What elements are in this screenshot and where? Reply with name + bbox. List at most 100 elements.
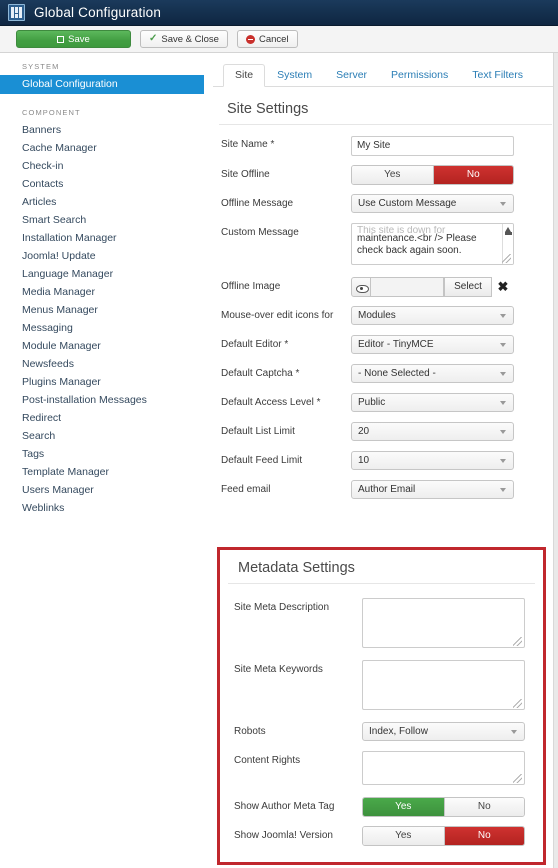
mouse-over-edit-icons-select[interactable]: Modules <box>351 305 514 325</box>
sidebar-item-smart-search[interactable]: Smart Search <box>0 211 212 229</box>
offline-image-select-button[interactable]: Select <box>444 276 492 297</box>
page-body: SYSTEM Global Configuration COMPONENT Ba… <box>0 53 558 868</box>
sidebar-item-post-installation-messages[interactable]: Post-installation Messages <box>0 391 212 409</box>
chevron-down-icon <box>511 730 517 734</box>
show-author-meta-tag-yes[interactable]: Yes <box>363 798 444 816</box>
default-access-level-select[interactable]: Public <box>351 392 514 412</box>
field-row-default-editor: Default Editor * Editor - TinyMCE <box>221 334 552 355</box>
tab-system[interactable]: System <box>265 64 324 86</box>
sidebar-heading-system: SYSTEM <box>22 62 60 71</box>
sidebar-item-cache-manager[interactable]: Cache Manager <box>0 139 212 157</box>
robots-select[interactable]: Index, Follow <box>362 722 525 741</box>
app-header: Global Configuration <box>0 0 558 26</box>
sidebar: SYSTEM Global Configuration COMPONENT Ba… <box>0 53 213 868</box>
show-joomla-version-yes[interactable]: Yes <box>363 827 444 845</box>
sidebar-item-tags[interactable]: Tags <box>0 445 212 463</box>
offline-image-field[interactable] <box>371 276 444 297</box>
sidebar-item-search[interactable]: Search <box>0 427 212 445</box>
site-meta-description-textarea[interactable] <box>362 598 525 648</box>
robots-value: Index, Follow <box>369 726 428 737</box>
default-editor-select[interactable]: Editor - TinyMCE <box>351 334 514 354</box>
page-title: Global Configuration <box>34 5 162 20</box>
default-captcha-select[interactable]: - None Selected - <box>351 363 514 383</box>
sidebar-item-language-manager[interactable]: Language Manager <box>0 265 212 283</box>
feed-email-select[interactable]: Author Email <box>351 479 514 499</box>
show-joomla-version-toggle[interactable]: Yes No <box>362 826 525 846</box>
main-content: Site System Server Permissions Text Filt… <box>213 53 558 868</box>
field-row-feed-email: Feed email Author Email <box>221 479 552 500</box>
default-editor-value: Editor - TinyMCE <box>358 338 434 350</box>
toolbar: Save ✓ Save & Close Cancel <box>0 26 558 53</box>
field-row-offline-message: Offline Message Use Custom Message <box>221 193 552 214</box>
sidebar-item-messaging[interactable]: Messaging <box>0 319 212 337</box>
metadata-settings-title: Metadata Settings <box>228 550 535 584</box>
content-rights-textarea[interactable] <box>362 751 525 785</box>
save-and-close-button[interactable]: ✓ Save & Close <box>140 30 228 48</box>
field-row-default-feed-limit: Default Feed Limit 10 <box>221 450 552 471</box>
label-default-feed-limit: Default Feed Limit <box>221 454 303 466</box>
label-mouse-over-edit-icons: Mouse-over edit icons for <box>221 309 334 321</box>
custom-message-value: maintenance.<br /> Please check back aga… <box>357 232 477 257</box>
sidebar-item-newsfeeds[interactable]: Newsfeeds <box>0 355 212 373</box>
default-list-limit-select[interactable]: 20 <box>351 421 514 441</box>
label-show-joomla-version: Show Joomla! Version <box>234 830 333 841</box>
tab-site[interactable]: Site <box>223 64 266 87</box>
show-joomla-version-no[interactable]: No <box>443 827 524 845</box>
default-list-limit-value: 20 <box>358 425 370 437</box>
label-default-access-level: Default Access Level * <box>221 396 321 408</box>
resize-grip-icon[interactable] <box>513 699 522 708</box>
resize-grip-icon[interactable] <box>502 253 511 263</box>
sidebar-item-users-manager[interactable]: Users Manager <box>0 481 212 499</box>
default-feed-limit-select[interactable]: 10 <box>351 450 514 470</box>
sidebar-item-banners[interactable]: Banners <box>0 121 212 139</box>
cancel-button[interactable]: Cancel <box>236 30 298 48</box>
cancel-icon <box>245 34 255 44</box>
tab-server[interactable]: Server <box>324 64 379 86</box>
sidebar-item-menus-manager[interactable]: Menus Manager <box>0 301 212 319</box>
sidebar-item-joomla-update[interactable]: Joomla! Update <box>0 247 212 265</box>
tab-permissions[interactable]: Permissions <box>379 64 460 86</box>
sidebar-item-weblinks[interactable]: Weblinks <box>0 499 212 517</box>
settings-tabs: Site System Server Permissions Text Filt… <box>213 61 558 87</box>
sidebar-item-redirect[interactable]: Redirect <box>0 409 212 427</box>
resize-grip-icon[interactable] <box>513 637 522 646</box>
metadata-settings-highlight: Metadata Settings Site Meta Description <box>217 547 546 865</box>
sidebar-item-check-in[interactable]: Check-in <box>0 157 212 175</box>
site-offline-no[interactable]: No <box>432 165 513 184</box>
save-and-close-label: Save & Close <box>161 33 219 45</box>
field-row-site-offline: Site Offline Yes No <box>221 164 552 185</box>
sidebar-item-contacts[interactable]: Contacts <box>0 175 212 193</box>
sidebar-item-module-manager[interactable]: Module Manager <box>0 337 212 355</box>
site-name-input[interactable] <box>351 135 514 156</box>
sidebar-item-plugins-manager[interactable]: Plugins Manager <box>0 373 212 391</box>
metadata-settings-form: Site Meta Description Site Meta Keywords <box>224 584 539 846</box>
offline-image-clear-icon[interactable]: ✖ <box>492 277 514 297</box>
tab-text-filters[interactable]: Text Filters <box>460 64 535 86</box>
offline-message-select[interactable]: Use Custom Message <box>351 193 514 213</box>
field-row-show-joomla-version: Show Joomla! Version Yes No <box>234 826 539 846</box>
save-button[interactable]: Save <box>16 30 131 48</box>
show-author-meta-tag-no[interactable]: No <box>443 798 524 816</box>
scroll-up-icon[interactable] <box>504 226 512 235</box>
site-meta-keywords-textarea[interactable] <box>362 660 525 710</box>
feed-email-value: Author Email <box>358 483 416 495</box>
label-robots: Robots <box>234 726 266 737</box>
sidebar-item-installation-manager[interactable]: Installation Manager <box>0 229 212 247</box>
global-configuration-page: Global Configuration Save ✓ Save & Close… <box>0 0 558 868</box>
sidebar-item-global-configuration[interactable]: Global Configuration <box>0 75 204 94</box>
site-offline-toggle[interactable]: Yes No <box>351 164 514 185</box>
field-row-default-access-level: Default Access Level * Public <box>221 392 552 413</box>
show-author-meta-tag-toggle[interactable]: Yes No <box>362 797 525 817</box>
resize-grip-icon[interactable] <box>513 774 522 783</box>
field-row-robots: Robots Index, Follow <box>234 722 539 742</box>
preview-eye-icon[interactable] <box>351 276 371 297</box>
label-offline-image: Offline Image <box>221 280 281 292</box>
sidebar-item-template-manager[interactable]: Template Manager <box>0 463 212 481</box>
sidebar-item-media-manager[interactable]: Media Manager <box>0 283 212 301</box>
site-offline-yes[interactable]: Yes <box>352 165 433 184</box>
chevron-down-icon <box>500 458 506 463</box>
default-feed-limit-value: 10 <box>358 454 370 466</box>
custom-message-textarea[interactable]: This site is down for maintenance.<br />… <box>351 222 514 265</box>
sidebar-item-articles[interactable]: Articles <box>0 193 212 211</box>
label-show-author-meta-tag: Show Author Meta Tag <box>234 801 335 812</box>
